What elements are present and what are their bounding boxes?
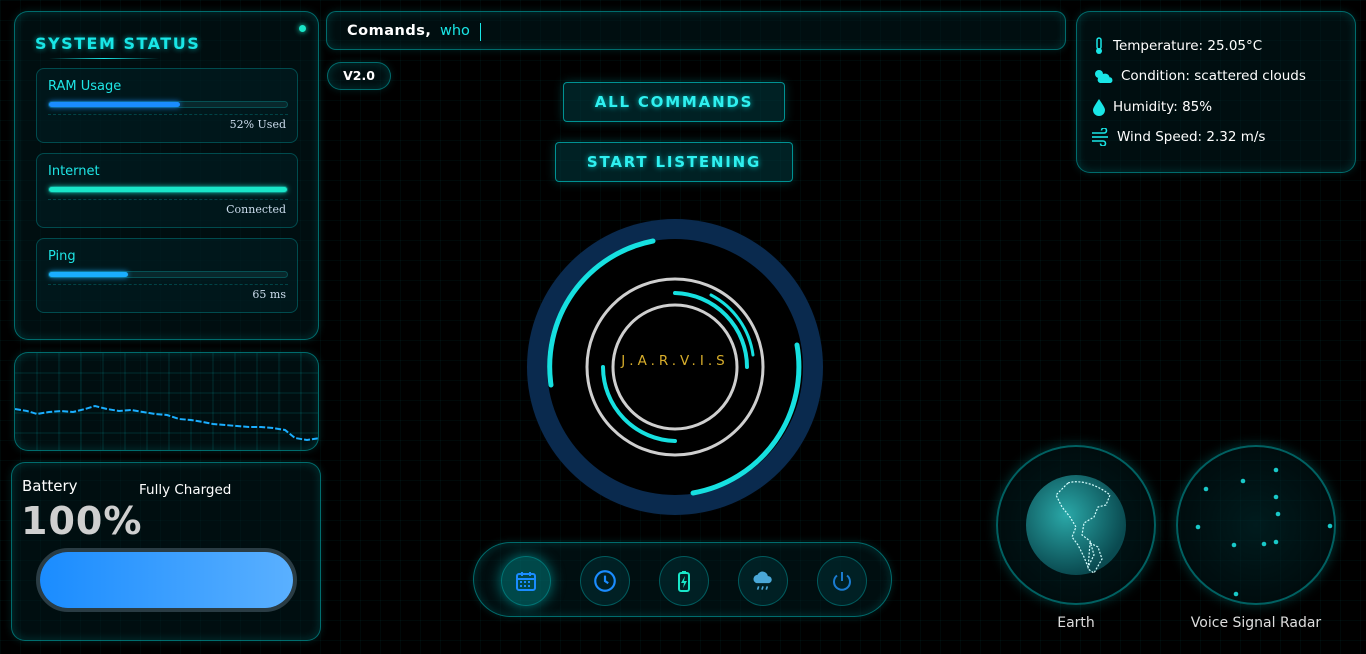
earth-globe-icon [1026,475,1126,575]
ping-card: Ping 65 ms [36,238,298,313]
battery-meter-fill [40,552,293,608]
internet-value: Connected [226,203,286,216]
power-button[interactable] [817,556,867,606]
earth-label: Earth [1057,615,1095,631]
ram-usage-card: RAM Usage 52% Used [36,68,298,143]
ram-usage-bar [48,101,288,108]
internet-label: Internet [48,164,100,179]
status-indicator-dot [299,25,306,32]
power-icon [833,572,851,591]
earth-widget [996,445,1156,605]
ram-usage-value: 52% Used [229,118,286,131]
ping-bar-fill [49,272,128,277]
system-status-title: SYSTEM STATUS [35,34,201,53]
internet-bar-fill [49,187,287,192]
radar-display [1195,467,1333,597]
system-status-panel: SYSTEM STATUS RAM Usage 52% Used Interne… [14,11,319,340]
weather-button[interactable] [738,556,788,606]
thermometer-icon [1096,37,1102,54]
battery-panel: Battery Fully Charged 100% [11,462,321,641]
divider [48,199,288,200]
condition-text: Condition: scattered clouds [1121,68,1306,84]
core-label: J.A.R.V.I.S [621,353,729,369]
clock-button[interactable] [580,556,630,606]
clock-icon [594,570,616,592]
weather-icon [753,571,772,590]
humidity-text: Humidity: 85% [1113,99,1213,115]
internet-bar [48,186,288,193]
version-badge: V2.0 [327,62,391,90]
ping-label: Ping [48,249,76,264]
title-underline [49,58,159,59]
command-input[interactable]: Comands, who [326,11,1066,50]
weather-panel: Temperature: 25.05°C Condition: scattere… [1076,11,1356,173]
battery-label: Battery [22,477,78,495]
text-caret [480,23,481,41]
command-prefix: Comands, [347,23,432,39]
calendar-button[interactable] [501,556,551,606]
jarvis-core[interactable]: J.A.R.V.I.S [525,217,825,517]
radar-label: Voice Signal Radar [1190,615,1322,631]
battery-meter [36,548,297,612]
command-text: who [440,23,470,39]
temperature-row: Temperature: 25.05°C [1091,36,1262,56]
cloud-sun-icon [1095,70,1113,83]
calendar-icon [516,572,536,591]
battery-status: Fully Charged [139,482,232,498]
water-drop-icon [1093,99,1105,116]
humidity-row: Humidity: 85% [1091,97,1212,117]
battery-charging-icon [678,571,690,592]
bottom-dock [473,542,892,617]
temperature-text: Temperature: 25.05°C [1113,38,1263,54]
condition-row: Condition: scattered clouds [1091,66,1306,86]
all-commands-button[interactable]: ALL COMMANDS [563,82,785,122]
ping-bar [48,271,288,278]
network-graph-panel [14,352,319,451]
wind-row: Wind Speed: 2.32 m/s [1091,127,1265,147]
wind-text: Wind Speed: 2.32 m/s [1117,129,1266,145]
ping-value: 65 ms [252,288,286,301]
wind-icon [1092,128,1108,146]
ram-usage-bar-fill [49,102,180,107]
start-listening-button[interactable]: START LISTENING [555,142,793,182]
ram-usage-label: RAM Usage [48,79,122,94]
divider [48,284,288,285]
battery-button[interactable] [659,556,709,606]
battery-percent: 100% [21,499,143,543]
internet-card: Internet Connected [36,153,298,228]
voice-signal-radar [1176,445,1336,605]
divider [48,114,288,115]
network-graph [15,353,318,450]
